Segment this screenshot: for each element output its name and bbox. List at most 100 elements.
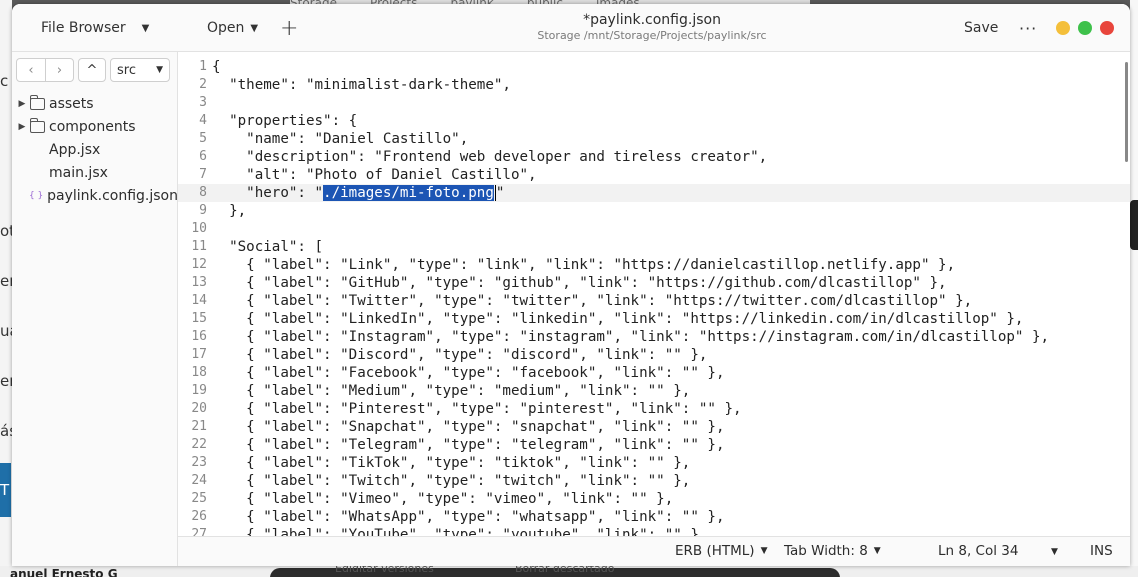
line-number: 17: [191, 347, 207, 362]
line-number: 23: [191, 455, 207, 470]
chevron-down-icon: ▼: [156, 65, 163, 75]
code-line[interactable]: 20 { "label": "Pinterest", "type": "pint…: [178, 400, 1130, 418]
line-number: 3: [199, 95, 207, 110]
code-line[interactable]: 19 { "label": "Medium", "type": "medium"…: [178, 382, 1130, 400]
language-label: ERB (HTML): [675, 543, 755, 559]
code-line[interactable]: 6 "description": "Frontend web developer…: [178, 148, 1130, 166]
folder-icon-wrap: [29, 117, 46, 133]
tree-item-paylink-config-json[interactable]: { } paylink.config.json: [12, 184, 178, 207]
file-browser-nav: ‹ › ^ src ▼: [16, 58, 170, 82]
maximize-button[interactable]: [1078, 21, 1092, 35]
folder-icon: [30, 94, 45, 110]
minimize-button[interactable]: [1056, 21, 1070, 35]
up-icon[interactable]: ^: [78, 58, 106, 82]
code-line[interactable]: 11 "Social": [: [178, 238, 1130, 256]
close-button[interactable]: [1100, 21, 1114, 35]
code-text: { "label": "Twitch", "type": "twitch", "…: [212, 473, 691, 489]
tab-width-selector[interactable]: Tab Width: 8 ▼: [784, 543, 881, 559]
text-selection[interactable]: ./images/mi-foto.png: [323, 185, 494, 201]
code-text: { "label": "Telegram", "type": "telegram…: [212, 437, 725, 453]
line-number: 14: [191, 293, 207, 308]
line-number: 9: [199, 203, 207, 218]
folder-select-value: src: [117, 62, 136, 78]
open-button[interactable]: Open ▼: [207, 16, 258, 40]
save-button[interactable]: Save: [964, 16, 998, 40]
code-line[interactable]: 23 { "label": "TikTok", "type": "tiktok"…: [178, 454, 1130, 472]
line-number: 22: [191, 437, 207, 452]
background-left-window: c ot er ua er ás T: [0, 0, 19, 577]
code-line[interactable]: 8 "hero": "./images/mi-foto.png ": [178, 184, 1130, 202]
code-text: { "label": "Snapchat", "type": "snapchat…: [212, 419, 725, 435]
bg-bottom-name: anuel Ernesto G: [10, 567, 118, 577]
code-line[interactable]: 21 { "label": "Snapchat", "type": "snapc…: [178, 418, 1130, 436]
folder-icon-wrap: [29, 94, 46, 110]
text-editor-window: File Browser ▼ Open ▼ + *paylink.config.…: [12, 4, 1130, 566]
code-line[interactable]: 15 { "label": "LinkedIn", "type": "linke…: [178, 310, 1130, 328]
tree-item-assets[interactable]: ▶ assets: [12, 92, 178, 115]
back-icon[interactable]: ‹: [17, 59, 45, 81]
code-line[interactable]: 22 { "label": "Telegram", "type": "teleg…: [178, 436, 1130, 454]
code-text: { "label": "Link", "type": "link", "link…: [212, 257, 956, 273]
chevron-down-icon[interactable]: ▼: [1051, 547, 1058, 557]
code-text: { "label": "Facebook", "type": "facebook…: [212, 365, 725, 381]
chevron-down-icon: ▼: [760, 546, 768, 556]
line-number: 1: [199, 59, 207, 74]
file-browser-panel: ‹ › ^ src ▼ ▶ assets ▶ components App.jsx mai…: [12, 52, 178, 566]
code-line[interactable]: 4 "properties": {: [178, 112, 1130, 130]
tree-item-main-jsx[interactable]: main.jsx: [12, 161, 178, 184]
code-line[interactable]: 17 { "label": "Discord", "type": "discor…: [178, 346, 1130, 364]
line-number: 2: [199, 77, 207, 92]
code-line[interactable]: 5 "name": "Daniel Castillo",: [178, 130, 1130, 148]
code-text: { "label": "Medium", "type": "medium", "…: [212, 383, 691, 399]
code-line[interactable]: 13 { "label": "GitHub", "type": "github"…: [178, 274, 1130, 292]
line-number: 10: [191, 221, 207, 236]
expander-icon[interactable]: ▶: [15, 99, 29, 109]
bg-bottom-text: Borrar descartado: [515, 566, 615, 575]
file-tree: ▶ assets ▶ components App.jsx main.jsx { } payl…: [12, 92, 178, 207]
code-line[interactable]: 7 "alt": "Photo of Daniel Castillo",: [178, 166, 1130, 184]
code-text: { "label": "Twitter", "type": "twitter",…: [212, 293, 973, 309]
code-editor[interactable]: 1{2 "theme": "minimalist-dark-theme", 3 4 …: [178, 52, 1130, 536]
code-line[interactable]: 12 { "label": "Link", "type": "link", "l…: [178, 256, 1130, 274]
code-line[interactable]: 3: [178, 94, 1130, 112]
code-text: { "label": "Instagram", "type": "instagr…: [212, 329, 1050, 345]
line-number: 27: [191, 527, 207, 536]
line-number: 8: [199, 185, 207, 200]
code-line[interactable]: 10: [178, 220, 1130, 238]
code-line[interactable]: 1{: [178, 58, 1130, 76]
file-browser-button[interactable]: File Browser ▼: [41, 16, 149, 40]
code-line[interactable]: 25 { "label": "Vimeo", "type": "vimeo", …: [178, 490, 1130, 508]
code-text: "properties": {: [212, 113, 358, 129]
menu-icon[interactable]: ···: [1019, 16, 1037, 40]
open-label: Open: [207, 20, 245, 36]
new-tab-button[interactable]: +: [280, 16, 298, 41]
code-text: "description": "Frontend web developer a…: [212, 149, 768, 165]
code-line[interactable]: 16 { "label": "Instagram", "type": "inst…: [178, 328, 1130, 346]
tree-item-components[interactable]: ▶ components: [12, 115, 178, 138]
cursor-position[interactable]: Ln 8, Col 34: [938, 543, 1018, 559]
line-number: 11: [191, 239, 207, 254]
code-line[interactable]: 26 { "label": "WhatsApp", "type": "whats…: [178, 508, 1130, 526]
code-text: { "label": "Pinterest", "type": "pintere…: [212, 401, 742, 417]
folder-select[interactable]: src ▼: [110, 58, 170, 82]
insert-mode[interactable]: INS: [1090, 543, 1113, 559]
code-line[interactable]: 18 { "label": "Facebook", "type": "faceb…: [178, 364, 1130, 382]
code-line[interactable]: 2 "theme": "minimalist-dark-theme",: [178, 76, 1130, 94]
bg-dark-shape: [1130, 200, 1138, 250]
folder-icon: [30, 117, 45, 133]
line-number: 20: [191, 401, 207, 416]
line-number: 18: [191, 365, 207, 380]
code-text: },: [212, 203, 247, 219]
code-line[interactable]: 9 },: [178, 202, 1130, 220]
line-number: 12: [191, 257, 207, 272]
tree-item-app-jsx[interactable]: App.jsx: [12, 138, 178, 161]
code-line[interactable]: 24 { "label": "Twitch", "type": "twitch"…: [178, 472, 1130, 490]
code-line[interactable]: 27 { "label": "YouTube", "type": "youtub…: [178, 526, 1130, 536]
expander-icon[interactable]: ▶: [15, 122, 29, 132]
code-text: { "label": "Vimeo", "type": "vimeo", "li…: [212, 491, 674, 507]
code-line[interactable]: 14 { "label": "Twitter", "type": "twitte…: [178, 292, 1130, 310]
tree-item-label: paylink.config.json: [47, 187, 178, 204]
language-selector[interactable]: ERB (HTML) ▼: [675, 543, 768, 559]
forward-icon[interactable]: ›: [45, 59, 73, 81]
tree-item-label: App.jsx: [49, 141, 101, 158]
